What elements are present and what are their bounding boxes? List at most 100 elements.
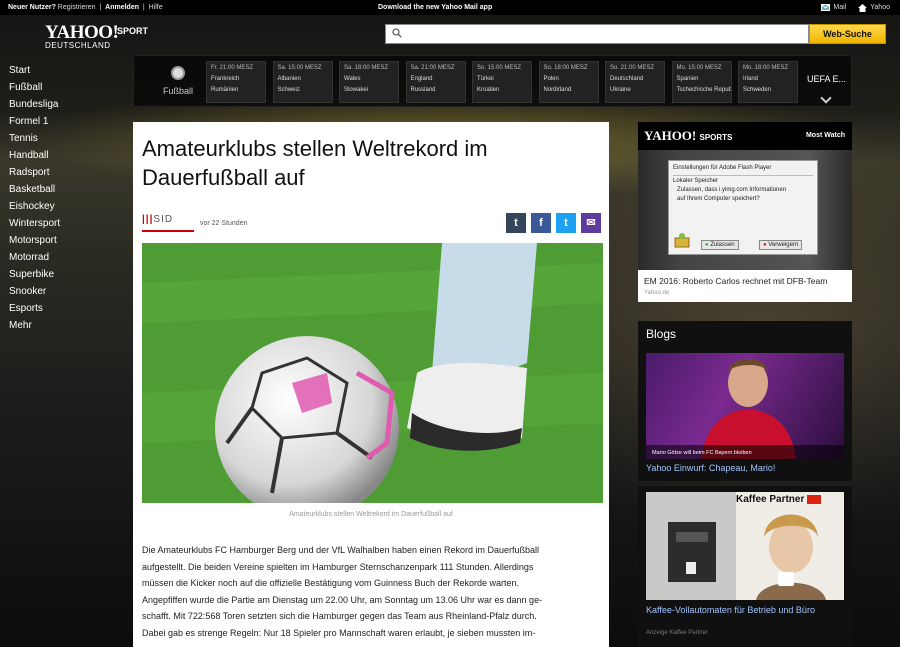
web-search-button[interactable]: Web-Suche xyxy=(809,24,886,44)
sidenav-item[interactable]: Esports xyxy=(9,300,60,317)
article-body: Die Amateurklubs FC Hamburger Berg und d… xyxy=(142,542,604,641)
flash-settings-dialog: Einstellungen für Adobe Flash Player Lok… xyxy=(668,160,818,255)
video-title[interactable]: EM 2016: Roberto Carlos rechnet mit DFB-… xyxy=(644,276,827,286)
source-name: SID xyxy=(153,214,174,225)
match-team1: Polen xyxy=(543,76,559,82)
twitter-share-button[interactable]: t xyxy=(556,213,576,233)
match-team1: Spanien xyxy=(676,76,699,82)
sidenav-item[interactable]: Fußball xyxy=(9,79,60,96)
ad-source: Anzeige Kaffee Partner xyxy=(646,630,708,636)
sidenav-item[interactable]: Motorsport xyxy=(9,232,60,249)
match-team2: Nordirland xyxy=(543,87,572,93)
sport-selector[interactable]: Fußball xyxy=(158,66,198,96)
mail-icon xyxy=(821,4,831,11)
ad-image[interactable]: Kaffee Partner xyxy=(646,492,844,600)
deny-icon: ● xyxy=(763,242,767,248)
football-photo xyxy=(142,243,603,503)
match-team1: Deutschland xyxy=(610,76,644,82)
mail-link[interactable]: Mail xyxy=(821,0,846,15)
match-time: So. 21:00 MESZ xyxy=(610,65,655,71)
blogs-widget: Blogs Mario Götze will beim FC Bayern bl… xyxy=(638,321,852,481)
match-card[interactable]: So. 21:00 MESZ Deutschland Ukraine xyxy=(605,61,665,103)
sidenav-item[interactable]: Start xyxy=(9,62,60,79)
sidenav-item[interactable]: Mehr xyxy=(9,317,60,334)
most-watch-header: YAHOO! SPORTS Most Watch xyxy=(638,122,852,150)
article-time: vor 22 Stunden xyxy=(200,220,248,227)
match-time: So. 18:00 MESZ xyxy=(543,65,588,71)
body-line: müssen die Kicker noch auf die offiziell… xyxy=(142,578,520,588)
match-team2: Schweden xyxy=(743,87,772,93)
allow-label: Zulassen xyxy=(710,242,735,248)
mail-share-button[interactable]: ✉ xyxy=(581,213,601,233)
ad-title[interactable]: Kaffee-Vollautomaten für Betrieb und Bür… xyxy=(646,604,836,616)
search-input[interactable] xyxy=(385,24,809,44)
blog-image[interactable]: Mario Götze will beim FC Bayern bleiben xyxy=(646,353,844,459)
video-player[interactable]: Einstellungen für Adobe Flash Player Lok… xyxy=(638,150,852,270)
match-team2: Slowakei xyxy=(344,87,369,93)
match-card[interactable]: So. 18:00 MESZ Polen Nordirland xyxy=(538,61,599,103)
article: Amateurklubs stellen Weltrekord im Dauer… xyxy=(133,122,609,647)
deny-label: Verweigern xyxy=(768,242,799,248)
login-link[interactable]: Anmelden xyxy=(105,4,139,11)
blog-title[interactable]: Yahoo Einwurf: Chapeau, Mario! xyxy=(646,463,775,473)
match-team2: Kroatien xyxy=(477,87,500,93)
sidenav-item[interactable]: Snooker xyxy=(9,283,60,300)
match-team2: Schweiz xyxy=(277,87,300,93)
mail-app-promo[interactable]: Download the new Yahoo Mail app xyxy=(378,0,492,15)
sidenav-item[interactable]: Radsport xyxy=(9,164,60,181)
match-team1: Türkei xyxy=(477,76,494,82)
sid-mark-icon: ||| xyxy=(142,214,154,225)
facebook-share-button[interactable]: f xyxy=(531,213,551,233)
match-card[interactable]: Sa. 15:00 MESZ Albanien Schweiz xyxy=(272,61,333,103)
yahoo-sport-logo[interactable]: YAHOO! SPORT DEUTSCHLAND xyxy=(45,22,165,50)
help-link[interactable]: Hilfe xyxy=(149,4,163,11)
article-image xyxy=(142,243,603,503)
video-source: Yahoo.de xyxy=(644,290,670,296)
body-line: Die Amateurklubs FC Hamburger Berg und d… xyxy=(142,545,540,555)
body-line: schafft. Mit 722:568 Toren setzten sich … xyxy=(142,611,537,621)
tumblr-share-button[interactable]: t xyxy=(506,213,526,233)
sidenav-item[interactable]: Superbike xyxy=(9,266,60,283)
flash-dialog-text: Zulassen, dass i.yimg.com Informationen … xyxy=(677,187,787,202)
match-card[interactable]: Mo. 18:00 MESZ Irland Schweden xyxy=(738,61,798,103)
ad-brand: Kaffee Partner xyxy=(736,494,822,505)
body-line: aufgestellt. Die beiden Vereine spielten… xyxy=(142,561,534,572)
match-team1: Frankreich xyxy=(211,76,240,82)
match-team1: Wales xyxy=(344,76,361,82)
deny-button[interactable]: ● Verweigern xyxy=(759,240,803,250)
match-card[interactable]: Mo. 15:00 MESZ Spanien Tschechische Republ… xyxy=(671,61,732,103)
match-card[interactable]: Sa. 21:00 MESZ England Russland xyxy=(405,61,466,103)
match-time: Mo. 15:00 MESZ xyxy=(676,65,722,71)
source-logo[interactable]: |||SID xyxy=(142,214,194,232)
ad-brand-label: Kaffee Partner xyxy=(736,494,805,505)
sidenav-item[interactable]: Basketball xyxy=(9,181,60,198)
most-watch-label: Most Watch xyxy=(805,132,845,139)
sidenav-item[interactable]: Wintersport xyxy=(9,215,60,232)
sidenav-item[interactable]: Formel 1 xyxy=(9,113,60,130)
logo-sub: SPORTS xyxy=(699,133,733,142)
image-caption: Amateurklubs stellen Weltrekord im Dauer… xyxy=(289,511,453,518)
sidenav-item[interactable]: Tennis xyxy=(9,130,60,147)
match-time: Sa. 15:00 MESZ xyxy=(277,65,322,71)
account-links: Neuer Nutzer? Registrieren | Anmelden | … xyxy=(8,4,163,11)
football-icon xyxy=(171,66,185,80)
yahoo-home-link[interactable]: Yahoo xyxy=(858,0,890,15)
storage-icon xyxy=(674,233,690,248)
match-card[interactable]: So. 15:00 MESZ Türkei Kroatien xyxy=(472,61,532,103)
match-time: Sa. 18:00 MESZ xyxy=(344,65,389,71)
home-icon xyxy=(858,3,868,12)
sidenav-item[interactable]: Handball xyxy=(9,147,60,164)
sidenav-item[interactable]: Bundesliga xyxy=(9,96,60,113)
match-card[interactable]: Sa. 18:00 MESZ Wales Slowakei xyxy=(339,61,399,103)
chevron-down-icon[interactable] xyxy=(820,92,832,104)
coffee-ad-photo xyxy=(646,492,844,600)
allow-button[interactable]: ● Zulassen xyxy=(701,240,739,250)
sport-label: Fußball xyxy=(162,86,193,96)
register-link[interactable]: Registrieren xyxy=(58,4,96,11)
sidenav-item[interactable]: Eishockey xyxy=(9,198,60,215)
match-time: Fr. 21:00 MESZ xyxy=(211,65,254,71)
match-card[interactable]: Fr. 21:00 MESZ Frankreich Rumänien xyxy=(206,61,266,103)
sidenav-item[interactable]: Motorrad xyxy=(9,249,60,266)
competition-label[interactable]: UEFA E... xyxy=(807,74,846,84)
blogs-header: Blogs xyxy=(646,327,677,341)
